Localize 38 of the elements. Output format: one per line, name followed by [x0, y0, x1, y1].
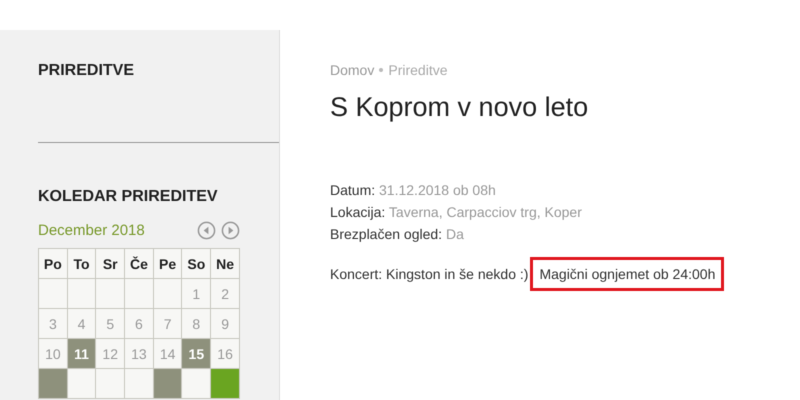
day-cell[interactable]: 9 [210, 308, 240, 338]
day-cell[interactable]: 5 [96, 308, 125, 338]
detail-line: Datum: 31.12.2018 ob 08h [330, 181, 497, 200]
day-cell[interactable]: 1 [182, 278, 211, 308]
breadcrumb-link[interactable]: Prireditve [388, 62, 448, 78]
day-cell[interactable] [153, 368, 182, 398]
day-cell[interactable] [96, 368, 125, 398]
weekday-header: Po [38, 248, 68, 278]
day-cell[interactable]: 3 [38, 308, 68, 338]
weekday-header: To [67, 248, 96, 278]
day-cell[interactable]: 7 [153, 308, 182, 338]
sidebar-title: PRIREDITVE [38, 62, 136, 80]
day-cell[interactable]: 12 [96, 338, 125, 368]
weekday-header: Pe [153, 248, 182, 278]
detail-line: Lokacija: Taverna, Carpacciov trg, Koper [330, 203, 583, 222]
day-cell[interactable]: 11 [67, 338, 96, 368]
separator-icon [379, 68, 384, 72]
day-cell[interactable]: 2 [210, 278, 240, 308]
day-cell[interactable] [124, 368, 154, 398]
day-cell[interactable] [210, 368, 240, 398]
page-title: S Koprom v novo leto [330, 92, 590, 123]
breadcrumb-link[interactable]: Domov [330, 62, 374, 78]
month-label: December 2018 [38, 222, 145, 239]
next-month-icon[interactable] [221, 221, 240, 240]
weekday-header: Ne [210, 248, 240, 278]
day-cell[interactable]: 6 [124, 308, 154, 338]
weekday-header: Če [124, 248, 154, 278]
day-cell[interactable]: 15 [182, 338, 211, 368]
weekday-header: Sr [96, 248, 125, 278]
previous-month-icon[interactable] [197, 221, 216, 240]
day-cell[interactable] [67, 368, 96, 398]
day-cell[interactable] [38, 368, 68, 398]
highlighted-text: Magični ognjemet ob 24:00h [530, 257, 724, 291]
calendar-title: KOLEDAR PRIREDITEV [38, 188, 219, 206]
weekday-header: So [182, 248, 211, 278]
detail-line: Brezplačen ogled: Da [330, 225, 465, 244]
day-cell[interactable]: 13 [124, 338, 154, 368]
description-text: Koncert: Kingston in še nekdo :) [330, 266, 528, 282]
